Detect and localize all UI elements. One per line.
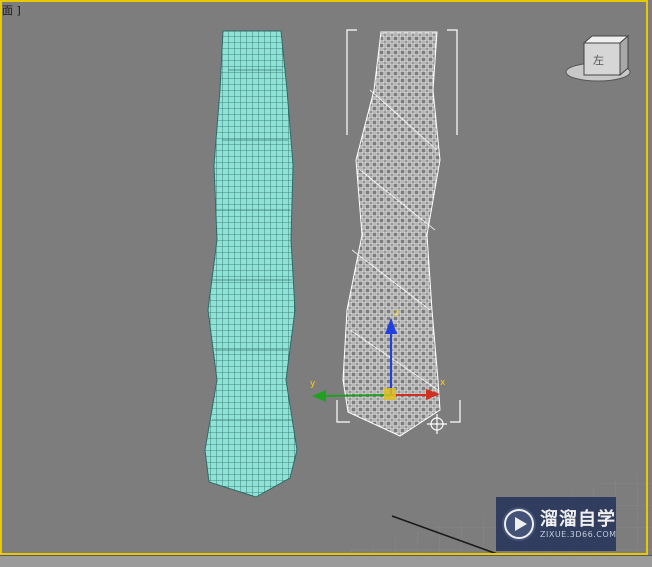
perspective-viewport[interactable]: y x z 左 面 ] 溜溜自学 ZIXUE.3D66.COM [0,0,652,567]
gizmo-y-arrow [312,390,326,402]
watermark-logo: 溜溜自学 ZIXUE.3D66.COM [496,497,616,551]
gizmo-x-label: x [440,378,446,388]
watermark-subtitle: ZIXUE.3D66.COM [540,530,617,539]
viewcube[interactable]: 左 [565,34,631,82]
gizmo-z-label: z [394,308,399,318]
watermark-title: 溜溜自学 [540,509,616,530]
tower-left-mesh[interactable] [204,30,298,498]
play-icon [502,507,536,541]
status-strip [0,555,652,567]
gizmo-y-label: y [310,379,316,389]
viewport-label[interactable]: 面 ] [2,2,21,18]
viewcube-face-label: 左 [593,54,604,67]
scene-canvas[interactable]: y x z 左 [0,0,652,567]
